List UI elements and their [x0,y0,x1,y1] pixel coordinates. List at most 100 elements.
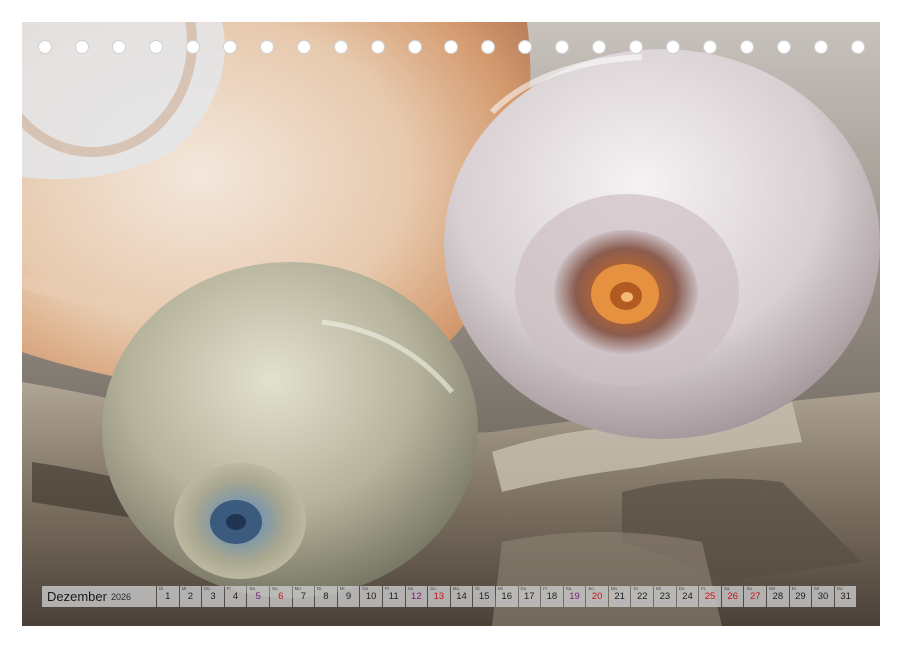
month-name: Dezember [47,589,107,604]
binding-hole [444,40,459,54]
weekday-label: Do [520,586,527,591]
weekday-label: Mi [181,586,187,591]
day-cell: So 20 [586,586,608,607]
weekday-label: Mo [452,586,459,591]
day-number: 3 [210,591,216,602]
weekday-label: Sa [565,586,572,591]
binding-hole [38,40,52,54]
weekday-label: So [588,586,594,591]
weekday-label: So [746,586,752,591]
weekday-label: Fr [701,586,706,591]
day-number: 1 [165,591,171,602]
day-cell: Fr 18 [541,586,563,607]
day-number: 29 [795,591,806,602]
day-cell: Do 10 [360,586,382,607]
day-cell: Mo 28 [767,586,789,607]
binding-hole [777,40,791,54]
day-cell: Di 22 [631,586,654,607]
binding-hole [74,40,89,54]
binding-hole [629,40,644,54]
weekday-label: Di [317,586,322,591]
day-number: 11 [388,591,399,602]
day-number: 25 [704,591,716,602]
weekday-label: Do [362,586,369,591]
day-number: 23 [659,591,671,602]
day-cell: Mi 2 [179,586,202,607]
day-number: 22 [636,591,648,602]
weekday-label: Mi [497,586,503,591]
day-number: 27 [749,591,761,602]
day-cell: Di 8 [315,586,337,607]
day-cell: Do 31 [834,586,857,607]
weekday-label: Di [633,586,638,591]
day-cell: So 27 [744,586,767,607]
day-cell: Do 24 [676,586,699,607]
day-cell: Fr 4 [224,586,247,607]
weekday-label: Mi [814,586,819,591]
day-cell: Mo 7 [292,586,315,607]
day-number: 12 [411,591,422,602]
binding-hole [148,40,163,54]
day-cell: Di 29 [789,586,812,607]
binding-hole [813,40,828,54]
day-cell: So 6 [269,586,292,607]
calendar-strip: Dezember 2026 Di 1 Mi 2 Do 3 Fr 4 Sa 5 So 6 Mo 7 Di 8 Mi… [42,586,872,607]
weekday-label: So [271,586,278,591]
weekday-label: Mo [610,586,618,591]
day-number: 14 [456,591,467,602]
day-cell: Mo 14 [450,586,473,607]
day-number: 17 [524,591,535,602]
binding-hole [740,40,755,54]
day-cell: Sa 19 [563,586,586,607]
weekday-label: Mo [294,586,301,591]
day-number: 28 [772,591,784,602]
day-cell: Do 3 [202,586,224,607]
month-label: Dezember 2026 [42,586,156,607]
weekday-label: Di [159,586,164,591]
day-number: 9 [345,591,352,602]
day-cell: Mi 23 [654,586,676,607]
binding-hole [407,40,422,54]
weekday-label: Sa [407,586,414,591]
weekday-label: Fr [384,586,390,591]
binding-hole [850,40,865,54]
day-cell: Sa 5 [247,586,269,607]
day-number: 6 [278,591,284,602]
weekday-label: Mi [656,586,661,591]
day-cell: Di 1 [157,586,179,607]
shells-on-driftwood-image [22,22,880,626]
day-number: 4 [232,591,239,602]
day-number: 16 [501,591,512,602]
day-number: 19 [569,591,580,602]
weekday-label: Mi [339,586,345,591]
weekday-label: Mo [769,586,776,591]
weekday-label: Di [475,586,480,591]
weekday-label: Di [791,586,796,591]
day-cell: Sa 12 [405,586,428,607]
weekday-label: Fr [226,586,232,591]
binding-hole [592,40,607,54]
day-cell: Mi 30 [812,586,834,607]
day-cell: Fr 25 [699,586,721,607]
day-number: 26 [727,591,738,602]
weekday-label: Sa [249,586,255,591]
day-cell: Mi 16 [495,586,518,607]
day-number: 13 [433,591,445,602]
day-cell: Fr 11 [382,586,405,607]
day-number: 18 [546,591,558,602]
binding-hole [370,40,385,54]
weekday-label: So [430,586,436,591]
weekday-label: Fr [543,586,548,591]
day-cell: So 13 [428,586,450,607]
day-cell: Di 15 [473,586,495,607]
day-number: 30 [817,591,829,602]
day-number: 8 [323,591,329,602]
binding-hole [111,40,126,54]
day-number: 15 [478,591,490,602]
day-number: 10 [365,591,377,602]
day-number: 5 [255,591,261,602]
weekday-label: Do [836,586,843,591]
weekday-label: Do [678,586,685,591]
binding-holes [22,37,880,59]
binding-hole [222,40,237,54]
